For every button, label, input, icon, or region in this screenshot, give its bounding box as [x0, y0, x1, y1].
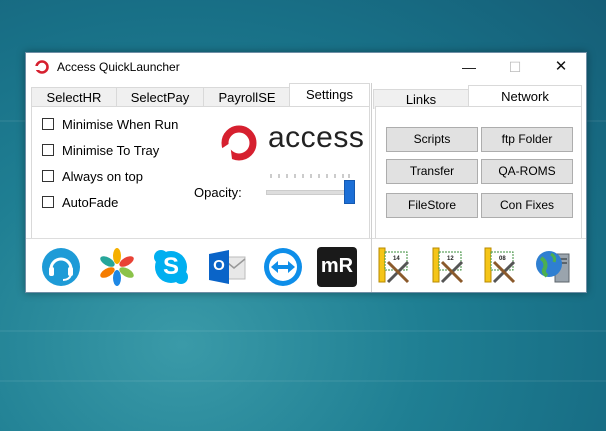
opacity-label: Opacity:	[194, 185, 242, 200]
settings-panel: Minimise When Run Minimise To Tray Alway…	[31, 106, 370, 239]
tool-version-label: 08	[499, 256, 506, 262]
checkbox-box[interactable]	[42, 118, 54, 130]
headset-support-icon[interactable]	[41, 247, 81, 287]
autofade-checkbox[interactable]: AutoFade	[42, 195, 118, 210]
minimise-to-tray-checkbox[interactable]: Minimise To Tray	[42, 143, 159, 158]
tab-selectpay[interactable]: SelectPay	[116, 87, 204, 107]
tool-08-icon[interactable]: 08	[482, 246, 522, 286]
title-bar[interactable]: Access QuickLauncher — ☐ ✕	[26, 53, 586, 81]
launch-icon-bar: S O mR	[26, 238, 372, 292]
tool-version-label: 14	[393, 256, 400, 262]
mremoteng-icon[interactable]: mR	[317, 247, 357, 287]
tab-payrollse[interactable]: PayrollSE	[203, 87, 291, 107]
filestore-button[interactable]: FileStore	[386, 193, 478, 218]
window-title: Access QuickLauncher	[57, 60, 180, 74]
checkbox-box[interactable]	[42, 196, 54, 208]
ftp-folder-button[interactable]: ftp Folder	[481, 127, 573, 152]
checkbox-box[interactable]	[42, 144, 54, 156]
main-window: Access QuickLauncher — ☐ ✕ SelectHR Sele…	[25, 52, 587, 293]
skype-icon[interactable]: S	[151, 247, 191, 287]
mremoteng-label: mR	[320, 255, 354, 277]
slider-thumb[interactable]	[344, 180, 355, 204]
tool-12-icon[interactable]: 12	[430, 246, 470, 286]
tool-icon-shape	[484, 247, 516, 284]
tool-icon-shape	[432, 247, 464, 284]
checkbox-label: Minimise To Tray	[62, 143, 160, 158]
close-button[interactable]: ✕	[538, 53, 584, 81]
always-on-top-checkbox[interactable]: Always on top	[42, 169, 143, 184]
tab-selecthr[interactable]: SelectHR	[31, 87, 117, 107]
teamviewer-icon[interactable]	[263, 247, 303, 287]
tool-icon-shape	[378, 247, 410, 284]
con-fixes-button[interactable]: Con Fixes	[481, 193, 573, 218]
outlook-icon[interactable]: O	[207, 247, 247, 287]
access-logo: access	[218, 121, 364, 165]
slider-track[interactable]	[266, 190, 352, 195]
access-logo-icon	[218, 125, 257, 165]
network-panel: Scripts ftp Folder Transfer QA-ROMS File…	[375, 106, 582, 239]
opacity-slider[interactable]	[264, 171, 356, 213]
transfer-button[interactable]: Transfer	[386, 159, 478, 184]
tool-version-label: 12	[447, 256, 454, 262]
outlook-letter: O	[213, 257, 225, 274]
maximize-button[interactable]: ☐	[492, 53, 538, 81]
tool-14-icon[interactable]: 14	[376, 246, 416, 286]
tool-icon-bar: 14 12 08	[372, 238, 586, 292]
network-globe-server-icon[interactable]	[533, 246, 573, 286]
checkbox-label: Minimise When Run	[62, 117, 179, 132]
checkbox-label: AutoFade	[62, 195, 119, 210]
access-logo-text: access	[268, 121, 365, 154]
minimize-button[interactable]: —	[446, 53, 492, 81]
checkbox-box[interactable]	[42, 170, 54, 182]
minimise-when-run-checkbox[interactable]: Minimise When Run	[42, 117, 178, 132]
qa-roms-button[interactable]: QA-ROMS	[481, 159, 573, 184]
colorful-star-app-icon[interactable]	[97, 247, 137, 287]
checkbox-label: Always on top	[62, 169, 143, 184]
scripts-button[interactable]: Scripts	[386, 127, 478, 152]
tab-settings[interactable]: Settings	[289, 83, 370, 107]
slider-ticks	[270, 174, 350, 178]
skype-letter: S	[162, 253, 179, 280]
access-app-icon	[34, 60, 49, 74]
